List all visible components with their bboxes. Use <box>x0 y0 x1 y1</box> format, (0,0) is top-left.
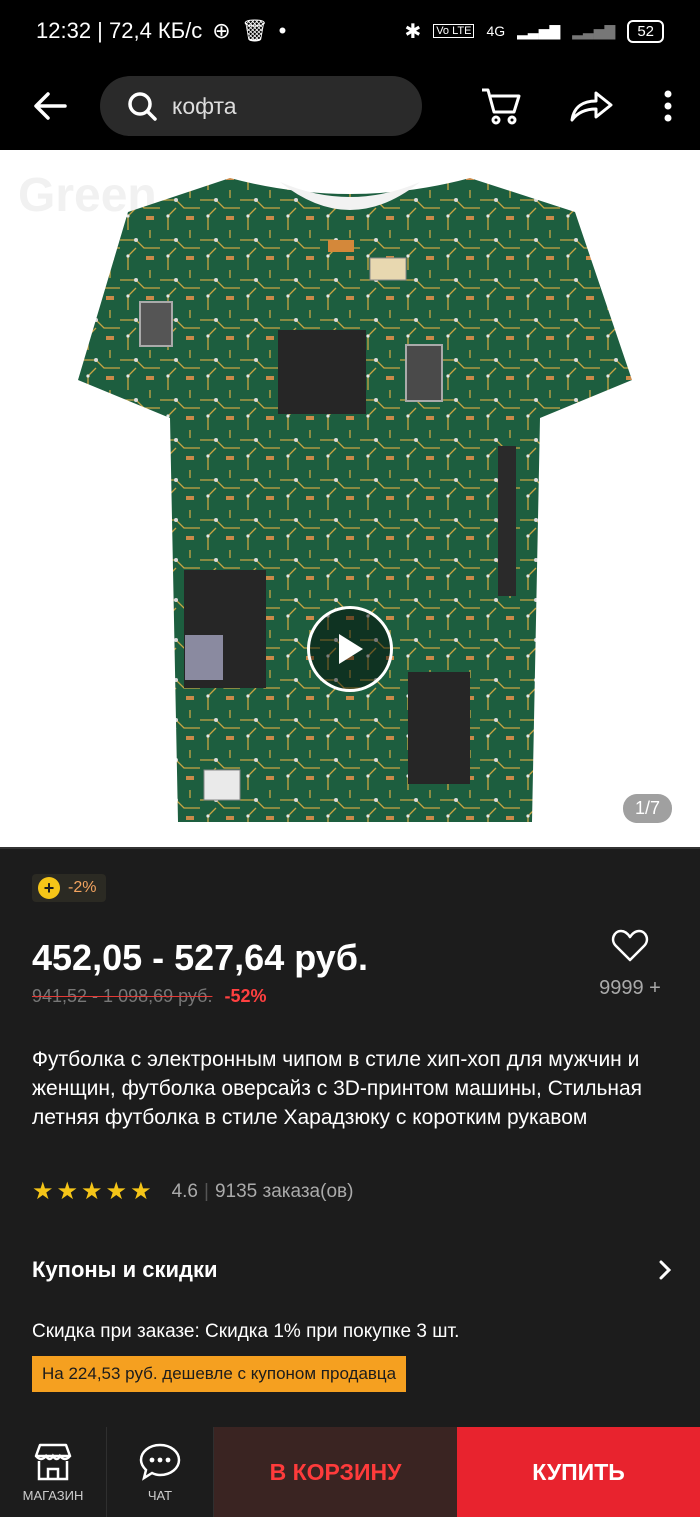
coin-discount-label: -2% <box>68 879 97 896</box>
status-time: 12:32 | 72,4 КБ/с <box>36 18 203 43</box>
more-button[interactable] <box>636 62 700 150</box>
network-label: 4G <box>486 23 506 39</box>
add-to-cart-button[interactable]: В КОРЗИНУ <box>214 1427 457 1517</box>
cart-button[interactable] <box>456 62 546 150</box>
search-icon <box>128 92 157 121</box>
product-details: + -2% 452,05 - 527,64 руб. 941,52 - 1 09… <box>0 847 700 1427</box>
product-title: Футболка с электронным чипом в стиле хип… <box>32 1048 643 1129</box>
star-icon: ★ <box>105 1178 128 1205</box>
wishlist-count: 9999 + <box>599 977 661 999</box>
star-icon: ★ <box>56 1178 79 1205</box>
store-button[interactable]: МАГАЗИН <box>0 1427 107 1517</box>
bluetooth-icon: ✱ <box>404 20 422 43</box>
dot-icon: • <box>278 18 287 43</box>
back-button[interactable] <box>0 62 100 150</box>
divider: | <box>204 1181 209 1202</box>
more-vertical-icon <box>664 90 672 122</box>
play-video-button[interactable] <box>307 606 393 692</box>
order-discount-text: Скидка при заказе: Скидка 1% при покупке… <box>32 1321 460 1342</box>
rating-row[interactable]: ★ ★ ★ ★ ★ 4.6 | 9135 заказа(ов) <box>32 1180 353 1204</box>
trash-icon: 🗑 <box>240 18 269 43</box>
share-button[interactable] <box>546 62 636 150</box>
chat-label: ЧАТ <box>147 1487 173 1503</box>
chat-button[interactable]: ЧАТ <box>107 1427 214 1517</box>
notification-icon: ⊕ <box>212 18 231 43</box>
top-nav: кофта <box>0 62 700 150</box>
old-price: 941,52 - 1 098,69 руб. <box>32 986 213 1006</box>
wishlist-button[interactable]: 9999 + <box>590 929 670 1001</box>
battery-icon: 52 <box>627 19 664 43</box>
rating-stars: ★ ★ ★ ★ ★ <box>32 1180 152 1204</box>
signal-icon: ▂▃▅▇ <box>517 22 561 39</box>
coin-icon: + <box>38 877 60 899</box>
star-icon: ★ <box>81 1178 103 1205</box>
store-label: МАГАЗИН <box>22 1487 84 1503</box>
product-image-gallery[interactable]: Green 1/7 <box>0 150 700 847</box>
orders-count: 9135 заказа(ов) <box>214 1181 354 1202</box>
search-query: кофта <box>172 92 237 119</box>
discount-percent: -52% <box>224 986 267 1006</box>
bottom-action-bar: МАГАЗИН ЧАТ В КОРЗИНУ КУПИТЬ <box>0 1427 700 1517</box>
play-icon <box>339 634 363 664</box>
star-icon: ★ <box>32 1178 54 1205</box>
product-price: 452,05 - 527,64 руб. <box>32 937 368 978</box>
heart-icon <box>611 929 649 962</box>
coupons-section-header[interactable]: Купоны и скидки <box>32 1257 672 1283</box>
store-icon <box>34 1443 72 1480</box>
cart-icon <box>482 88 521 125</box>
image-pager: 1/7 <box>622 794 672 823</box>
coin-discount-badge[interactable]: + -2% <box>32 874 107 902</box>
signal-icon-2: ▂▃▅▇ <box>572 22 616 39</box>
old-price-row: 941,52 - 1 098,69 руб. -52% <box>32 986 266 1007</box>
status-bar: 12:32 | 72,4 КБ/с ⊕ 🗑 • ✱ Vo LTE 4G ▂▃▅▇… <box>0 0 700 62</box>
star-icon: ★ <box>130 1178 152 1205</box>
volte-icon: Vo LTE <box>433 24 475 38</box>
search-input[interactable]: кофта <box>100 76 422 136</box>
buy-now-button[interactable]: КУПИТЬ <box>457 1427 700 1517</box>
rating-value: 4.6 <box>171 1181 198 1202</box>
chevron-right-icon <box>659 1260 672 1280</box>
seller-coupon-promo[interactable]: На 224,53 руб. дешевле с купоном продавц… <box>32 1356 407 1392</box>
chat-icon <box>139 1443 181 1481</box>
product-image <box>78 178 632 822</box>
share-icon <box>570 91 613 122</box>
back-arrow-icon <box>34 92 67 120</box>
coupons-heading: Купоны и скидки <box>32 1257 218 1282</box>
